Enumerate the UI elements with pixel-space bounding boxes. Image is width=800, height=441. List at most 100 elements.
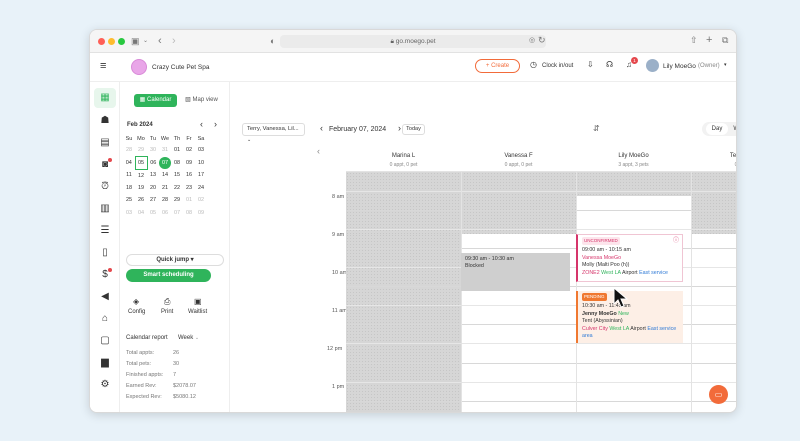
calendar-day[interactable]: 16	[183, 169, 195, 182]
calendar-day[interactable]: 17	[195, 169, 207, 182]
calendar-day[interactable]: 04	[123, 157, 135, 170]
calendar-nav-icon[interactable]: ▦	[99, 92, 111, 104]
printer-icon[interactable]: ⎙	[164, 298, 170, 306]
clipboard-nav-icon[interactable]: ▤	[99, 137, 111, 149]
blocked-time[interactable]: 09:30 am - 10:30 am Blocked	[461, 253, 570, 291]
caret-down-icon[interactable]: ▾	[724, 62, 727, 68]
close-window-button[interactable]	[98, 38, 105, 45]
tabs-overview-icon[interactable]: ⧉	[722, 36, 728, 45]
calendar-day[interactable]: 10	[195, 157, 207, 170]
calendar-day[interactable]: 02	[183, 144, 195, 157]
sidebar-toggle-icon[interactable]: ▣	[131, 37, 140, 46]
calendar-day[interactable]: 26	[135, 194, 147, 207]
calendar-day[interactable]: 01	[183, 194, 195, 207]
new-tab-icon[interactable]: +	[706, 35, 712, 46]
calendar-day[interactable]: 31	[159, 144, 171, 157]
documents-nav-icon[interactable]: ▯	[99, 247, 111, 259]
reports-nav-icon[interactable]: ☰	[99, 225, 111, 237]
next-day-icon[interactable]: ›	[398, 123, 401, 133]
calendar-day[interactable]: 11	[123, 169, 135, 182]
reader-icon[interactable]: ◎	[529, 37, 535, 44]
calendar-day[interactable]: 02	[195, 194, 207, 207]
download-icon[interactable]: ⇩	[587, 61, 594, 69]
settings-nav-icon[interactable]: ⚙	[99, 379, 111, 391]
today-button[interactable]: Today	[402, 124, 425, 135]
staff-filter-select[interactable]: Terry, Vanessa, Lil... ⌄	[242, 123, 305, 143]
schedule-nav-icon[interactable]: ▥	[99, 203, 111, 215]
calendar-view-tab[interactable]: ▦ Calendar	[134, 94, 177, 107]
chat-support-button[interactable]: ▭	[709, 385, 728, 404]
headset-icon[interactable]: ☊	[606, 61, 613, 69]
staff-column-name[interactable]: Terry Lipshutz	[691, 153, 736, 159]
user-name[interactable]: Lily MoeGo	[663, 63, 696, 70]
view-tab-week[interactable]: Week	[731, 123, 736, 135]
calendar-day[interactable]: 23	[183, 182, 195, 195]
quick-jump-select[interactable]: Quick jump ▾	[126, 254, 224, 266]
calendar-day[interactable]: 05	[147, 207, 159, 220]
clock-in-out-button[interactable]: Clock in/out	[542, 63, 573, 69]
calendar-day[interactable]: 08	[171, 157, 183, 170]
calendar-day[interactable]: 27	[147, 194, 159, 207]
staff-column-name[interactable]: Lily MoeGo	[576, 153, 691, 159]
waitlist-button[interactable]: Waitlist	[188, 309, 207, 315]
minimize-window-button[interactable]	[108, 38, 115, 45]
avatar[interactable]	[646, 59, 659, 72]
map-view-tab[interactable]: ▧ Map view	[180, 94, 223, 107]
report-period-select[interactable]: Week ⌄	[178, 335, 199, 341]
calendar-day[interactable]: 28	[159, 194, 171, 207]
retail-nav-icon[interactable]: ⌂	[99, 313, 111, 325]
calendar-day[interactable]: 14	[159, 169, 171, 182]
store-nav-icon[interactable]: ▢	[99, 335, 111, 347]
calendar-day[interactable]: 13	[147, 169, 159, 182]
calendar-day[interactable]: 06	[159, 207, 171, 220]
marketing-nav-icon[interactable]: ◀	[99, 291, 111, 303]
calendar-day[interactable]: 30	[147, 144, 159, 157]
calendar-day[interactable]: 20	[147, 182, 159, 195]
calendar-day[interactable]: 09	[195, 207, 207, 220]
calendar-day[interactable]: 15	[171, 169, 183, 182]
calendar-day[interactable]: 25	[123, 194, 135, 207]
sort-icon[interactable]: ⇵	[593, 124, 600, 133]
calendar-day[interactable]: 22	[171, 182, 183, 195]
address-bar[interactable]: 🔒︎ go.moego.pet	[280, 35, 546, 48]
chevron-down-icon[interactable]: ⌄	[143, 38, 148, 44]
calendar-day[interactable]: 03	[123, 207, 135, 220]
calendar-day[interactable]: 09	[183, 157, 195, 170]
prev-month-icon[interactable]: ‹	[200, 119, 203, 129]
appointment-card[interactable]: PENDING 10:30 am - 11:45 am Jenny MoeGo …	[576, 291, 683, 343]
calendar-day[interactable]: 04	[135, 207, 147, 220]
reload-icon[interactable]: ↻	[538, 36, 546, 45]
share-icon[interactable]: ⇧	[690, 36, 698, 45]
calendar-day[interactable]: 06	[147, 157, 159, 170]
alarm-nav-icon[interactable]: ⏰︎	[99, 181, 111, 193]
back-icon[interactable]: ‹	[158, 36, 162, 47]
view-tab-day[interactable]: Day	[706, 123, 728, 135]
paw-nav-icon[interactable]: ☗	[99, 115, 111, 127]
calendar-day[interactable]: 07	[171, 207, 183, 220]
calendar-day[interactable]: 19	[135, 182, 147, 195]
staff-column-name[interactable]: Marina L	[346, 153, 461, 159]
waitlist-icon[interactable]: ▣	[194, 298, 202, 306]
calendar-day[interactable]: 28	[123, 144, 135, 157]
calendar-day[interactable]: 24	[195, 182, 207, 195]
collapse-panel-icon[interactable]: ‹	[317, 146, 320, 156]
calendar-day[interactable]: 29	[171, 194, 183, 207]
prev-day-icon[interactable]: ‹	[320, 123, 323, 133]
calendar-day[interactable]: 05	[134, 156, 148, 170]
smart-scheduling-button[interactable]: Smart scheduling	[126, 269, 211, 282]
forward-icon[interactable]: ›	[172, 36, 176, 47]
calendar-day[interactable]: 01	[171, 144, 183, 157]
staff-column-name[interactable]: Vanessa F	[461, 153, 576, 159]
menu-icon[interactable]: ≡	[100, 61, 106, 72]
next-month-icon[interactable]: ›	[214, 119, 217, 129]
calendar-day[interactable]: 18	[123, 182, 135, 195]
calendar-day[interactable]: 03	[195, 144, 207, 157]
calendar-day[interactable]: 07	[159, 156, 171, 169]
calendar-day[interactable]: 29	[135, 144, 147, 157]
calendar-day[interactable]: 08	[183, 207, 195, 220]
analytics-nav-icon[interactable]: ▆	[99, 357, 111, 369]
config-button[interactable]: Config	[128, 309, 145, 315]
print-button[interactable]: Print	[161, 309, 173, 315]
calendar-day[interactable]: 12	[135, 169, 147, 182]
maximize-window-button[interactable]	[118, 38, 125, 45]
